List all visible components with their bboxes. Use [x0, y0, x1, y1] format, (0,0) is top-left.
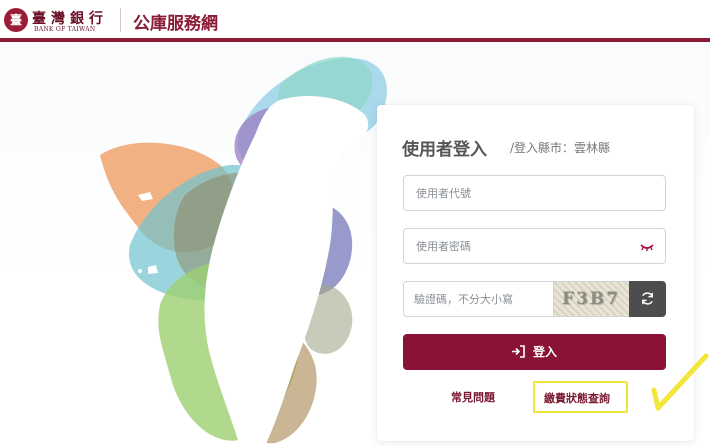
site-header: 臺 臺灣銀行 BANK OF TAIWAN 公庫服務網 [0, 0, 710, 42]
header-bar [0, 38, 710, 42]
captcha-field[interactable] [403, 281, 554, 317]
username-input[interactable] [404, 176, 665, 210]
bank-seal-icon: 臺 [4, 8, 28, 32]
site-title[interactable]: 公庫服務網 [133, 9, 218, 34]
login-title: 使用者登入 [402, 140, 487, 160]
logo-chinese-name: 臺灣銀行 [32, 11, 108, 27]
captcha-input[interactable] [404, 282, 553, 316]
eye-closed-icon[interactable] [639, 241, 655, 253]
sign-in-icon [512, 345, 525, 358]
logo-english-name: BANK OF TAIWAN [34, 26, 96, 33]
password-input[interactable] [404, 229, 665, 263]
payment-status-label: 繳費狀態查詢 [544, 392, 610, 405]
login-button-label: 登入 [533, 345, 558, 359]
payment-status-link[interactable]: 繳費狀態查詢 [533, 381, 628, 413]
username-field[interactable] [403, 175, 666, 211]
password-field[interactable] [403, 228, 666, 264]
checkmark-annotation-icon [651, 353, 709, 411]
bank-logo[interactable]: 臺 臺灣銀行 BANK OF TAIWAN [4, 7, 116, 35]
header-divider [120, 8, 121, 32]
login-button[interactable]: 登入 [403, 334, 666, 370]
captcha-image: F3B7 [554, 281, 629, 317]
refresh-icon [642, 292, 653, 305]
taiwan-map-illustration [100, 56, 387, 446]
login-county-subtitle: /登入縣市：雲林縣 [510, 141, 611, 155]
page: 臺 臺灣銀行 BANK OF TAIWAN 公庫服務網 使用者登入 /登入縣市：… [0, 0, 710, 446]
refresh-captcha-button[interactable] [629, 281, 666, 317]
faq-link[interactable]: 常見問題 [451, 389, 495, 405]
login-card: 使用者登入 /登入縣市：雲林縣 F3B7 [377, 105, 694, 441]
captcha-code: F3B7 [562, 289, 621, 309]
